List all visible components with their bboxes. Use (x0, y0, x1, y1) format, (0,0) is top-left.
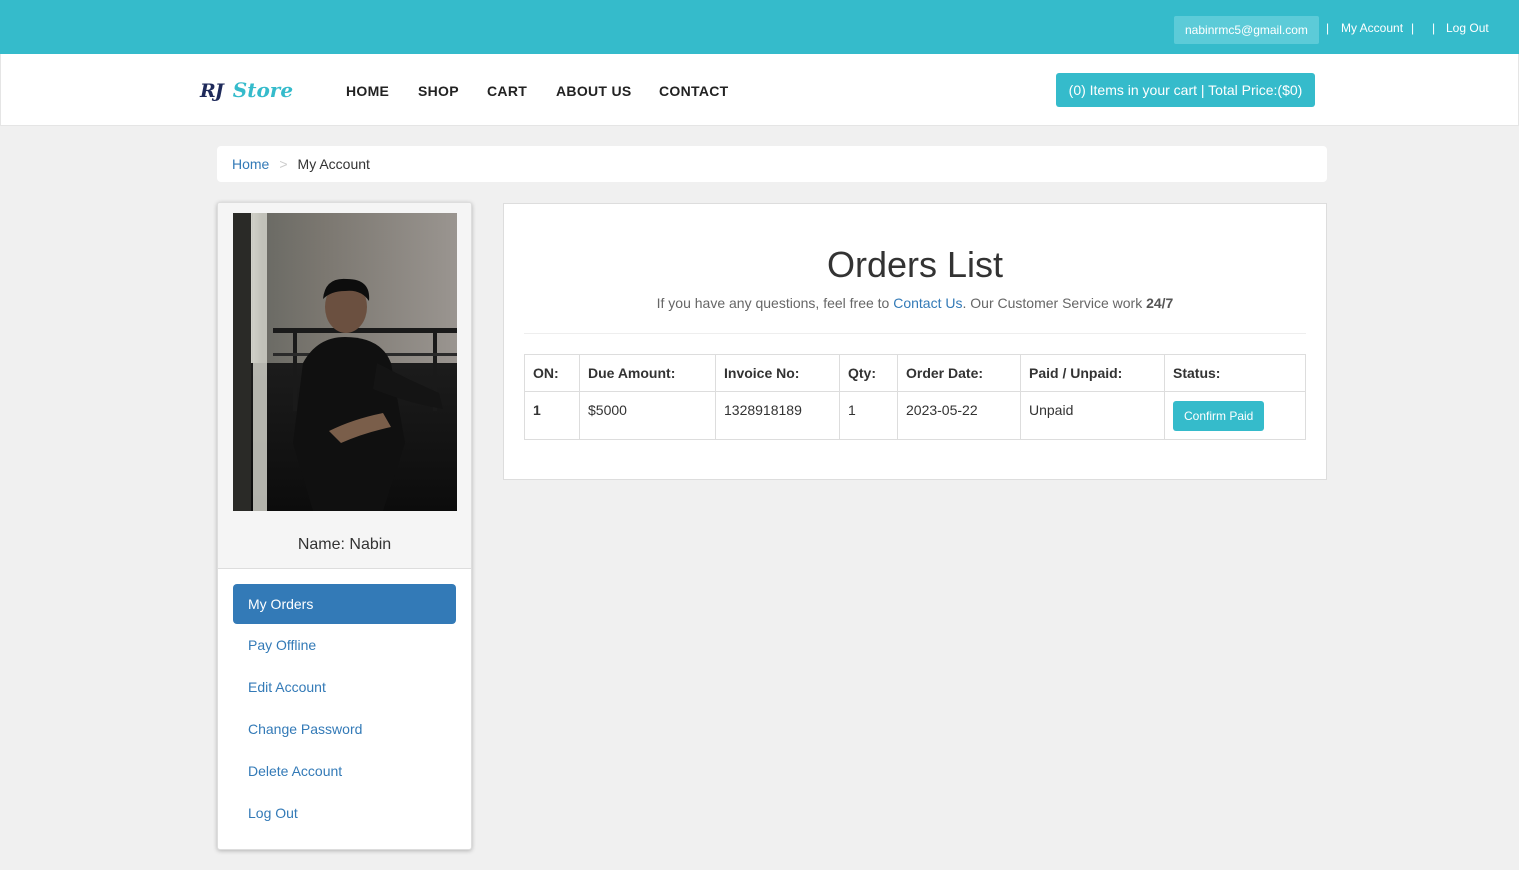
nav-shop[interactable]: SHOP (418, 83, 459, 99)
cell-invoice-no: 1328918189 (715, 391, 840, 440)
cell-order-number: 1 (524, 391, 580, 440)
logo-rj: RJ (200, 80, 224, 102)
breadcrumb-separator: > (279, 156, 288, 172)
user-email-badge[interactable]: nabinrmc5@gmail.com (1174, 16, 1319, 44)
top-bar: nabinrmc5@gmail.com | My Account | | Log… (0, 0, 1519, 54)
table-header-row: ON: Due Amount: Invoice No: Qty: Order D… (524, 354, 1306, 392)
sidebar-item-edit-account[interactable]: Edit Account (233, 667, 456, 707)
nav-home[interactable]: HOME (346, 83, 389, 99)
orders-panel: Orders List If you have any questions, f… (503, 203, 1327, 480)
breadcrumb: Home > My Account (217, 146, 1327, 182)
orders-subtitle: If you have any questions, feel free to … (504, 295, 1326, 311)
breadcrumb-current: My Account (297, 156, 370, 172)
account-sidebar: Name: Nabin My Orders Pay Offline Edit A… (217, 202, 472, 850)
subtitle-hours: 24/7 (1146, 295, 1174, 311)
cell-due-amount: $5000 (579, 391, 716, 440)
column-header-order-date: Order Date: (897, 354, 1021, 392)
log-out-link[interactable]: Log Out (1446, 21, 1489, 35)
store-logo[interactable]: RJ Store (200, 78, 293, 102)
sidebar-item-change-password[interactable]: Change Password (233, 709, 456, 749)
contact-us-link[interactable]: Contact Us (893, 295, 962, 311)
main-navbar: RJ Store HOME SHOP CART ABOUT US CONTACT… (0, 54, 1519, 126)
cart-summary-button[interactable]: (0) Items in your cart | Total Price:($0… (1056, 73, 1315, 107)
sidebar-item-log-out[interactable]: Log Out (233, 793, 456, 833)
cell-paid-status: Unpaid (1020, 391, 1165, 440)
column-header-invoice-no: Invoice No: (715, 354, 840, 392)
divider (524, 333, 1306, 334)
sidebar-item-my-orders[interactable]: My Orders (233, 584, 456, 624)
confirm-paid-button[interactable]: Confirm Paid (1173, 401, 1265, 431)
breadcrumb-home[interactable]: Home (232, 156, 269, 172)
column-header-due-amount: Due Amount: (579, 354, 716, 392)
orders-title: Orders List (826, 244, 1004, 285)
orders-table: ON: Due Amount: Invoice No: Qty: Order D… (524, 354, 1306, 440)
cell-qty: 1 (839, 391, 898, 440)
sidebar-item-pay-offline[interactable]: Pay Offline (233, 625, 456, 665)
column-header-qty: Qty: (839, 354, 898, 392)
subtitle-text: If you have any questions, feel free to (656, 295, 894, 311)
profile-photo-image (233, 213, 457, 511)
nav-cart[interactable]: CART (487, 83, 527, 99)
column-header-status: Status: (1164, 354, 1306, 392)
column-header-paid-unpaid: Paid / Unpaid: (1020, 354, 1165, 392)
profile-section: Name: Nabin (218, 203, 471, 569)
logo-store: Store (232, 78, 294, 102)
top-separator: | (1326, 21, 1330, 35)
column-header-on: ON: (524, 354, 580, 392)
top-separator: | (1411, 21, 1415, 35)
sidebar-item-delete-account[interactable]: Delete Account (233, 751, 456, 791)
profile-photo (233, 213, 457, 511)
nav-contact[interactable]: CONTACT (659, 83, 729, 99)
profile-name: Name: Nabin (297, 536, 392, 553)
my-account-link[interactable]: My Account (1341, 21, 1403, 35)
table-row: 1 $5000 1328918189 1 2023-05-22 Unpaid C… (524, 391, 1306, 440)
nav-about-us[interactable]: ABOUT US (556, 83, 632, 99)
cell-order-date: 2023-05-22 (897, 391, 1021, 440)
top-separator: | (1432, 21, 1436, 35)
cell-status: Confirm Paid (1164, 391, 1306, 440)
subtitle-text: . Our Customer Service work (962, 295, 1147, 311)
